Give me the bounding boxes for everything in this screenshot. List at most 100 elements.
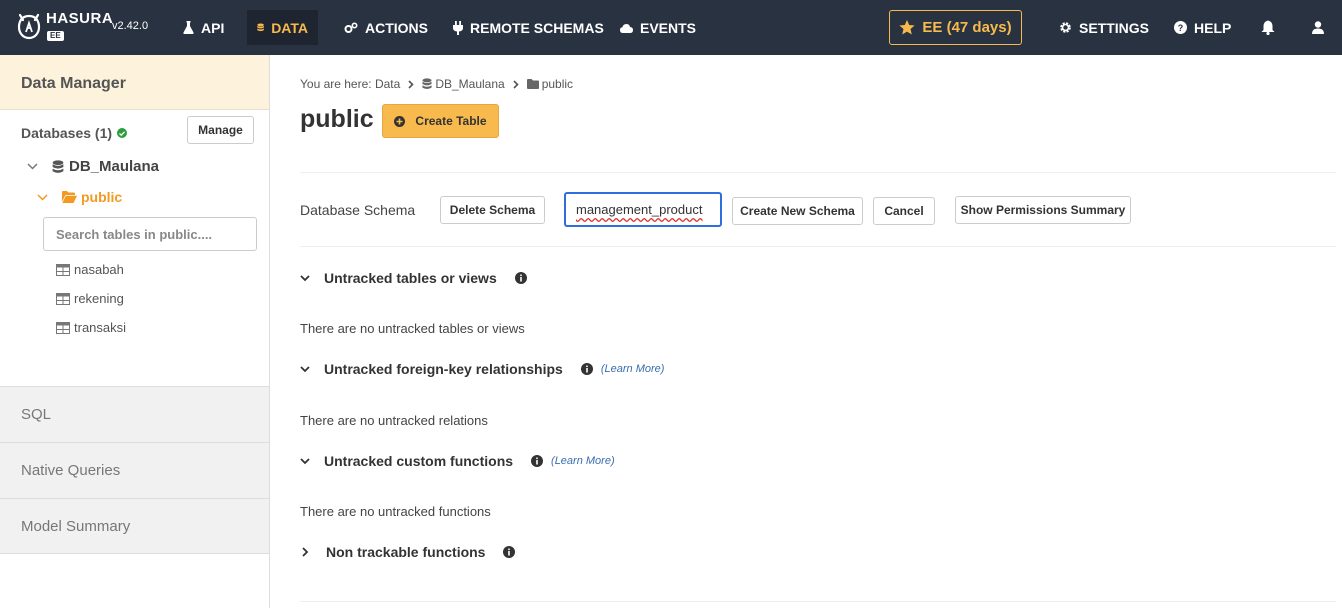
sidebar-item-model-summary[interactable]: Model Summary bbox=[0, 498, 269, 554]
learn-more-link[interactable]: (Learn More) bbox=[551, 455, 615, 467]
nav-remote-schemas[interactable]: REMOTE SCHEMAS bbox=[443, 10, 614, 45]
databases-label: Databases (1) bbox=[21, 125, 113, 141]
logo-name: HASURA bbox=[46, 10, 114, 27]
user-menu-button[interactable] bbox=[1308, 17, 1328, 37]
version-label: v2.42.0 bbox=[112, 20, 149, 32]
untracked-tables-empty-text: There are no untracked tables or views bbox=[300, 321, 525, 336]
table-icon bbox=[56, 263, 70, 276]
sidebar-header-data-manager[interactable]: Data Manager bbox=[0, 55, 269, 110]
plug-icon bbox=[453, 20, 463, 35]
hasura-logo[interactable]: HASURA EE bbox=[17, 11, 113, 42]
breadcrumb-prefix: You are here: bbox=[300, 77, 372, 91]
svg-text:?: ? bbox=[1178, 23, 1184, 33]
nav-actions[interactable]: ACTIONS bbox=[334, 10, 438, 45]
user-icon bbox=[1312, 20, 1324, 34]
chevron-down-icon bbox=[300, 365, 310, 372]
new-schema-input-value: management_product bbox=[576, 202, 703, 217]
database-icon bbox=[52, 159, 64, 173]
chevron-right-icon bbox=[513, 79, 519, 89]
flask-icon bbox=[183, 21, 194, 34]
database-name: DB_Maulana bbox=[69, 158, 160, 175]
breadcrumb-database-link[interactable]: DB_Maulana bbox=[435, 77, 504, 91]
bell-icon bbox=[1261, 20, 1275, 35]
table-icon bbox=[56, 292, 70, 305]
create-table-label: Create Table bbox=[415, 114, 487, 128]
sidebar-item-schema[interactable]: public bbox=[37, 189, 122, 205]
star-icon bbox=[899, 20, 915, 35]
breadcrumb: You are here: Data DB_Maulana public bbox=[300, 77, 573, 91]
folder-icon bbox=[526, 79, 539, 89]
nav-api[interactable]: API bbox=[173, 10, 234, 45]
untracked-functions-toggle[interactable]: Untracked custom functions (Learn More) bbox=[300, 453, 615, 469]
nav-data[interactable]: DATA bbox=[247, 10, 318, 45]
databases-count-label: Databases (1) bbox=[21, 125, 128, 141]
untracked-tables-title: Untracked tables or views bbox=[324, 270, 497, 286]
create-table-button[interactable]: Create Table bbox=[382, 104, 499, 138]
table-name: nasabah bbox=[74, 262, 124, 277]
sidebar-item-native-queries[interactable]: Native Queries bbox=[0, 442, 269, 498]
divider bbox=[300, 172, 1336, 173]
show-permissions-summary-button[interactable]: Show Permissions Summary bbox=[955, 196, 1131, 224]
ee-trial-badge[interactable]: EE (47 days) bbox=[889, 10, 1022, 45]
manage-databases-button[interactable]: Manage bbox=[187, 116, 254, 144]
notifications-button[interactable] bbox=[1258, 17, 1278, 37]
nav-events[interactable]: EVENTS bbox=[610, 10, 706, 45]
database-icon bbox=[422, 78, 432, 89]
cogs-icon bbox=[344, 21, 358, 33]
ee-badge-label: EE (47 days) bbox=[922, 19, 1012, 36]
breadcrumb-data-link[interactable]: Data bbox=[375, 77, 400, 91]
breadcrumb-schema: public bbox=[541, 77, 574, 91]
new-schema-input[interactable]: management_product bbox=[564, 192, 722, 227]
create-new-schema-button[interactable]: Create New Schema bbox=[732, 197, 863, 225]
delete-schema-button[interactable]: Delete Schema bbox=[440, 196, 545, 224]
table-name: rekening bbox=[74, 291, 124, 306]
untracked-fk-toggle[interactable]: Untracked foreign-key relationships (Lea… bbox=[300, 361, 664, 377]
search-tables-input[interactable]: Search tables in public.... bbox=[43, 217, 257, 251]
sidebar: Data Manager Databases (1) Manage DB_Mau… bbox=[0, 55, 270, 608]
folder-open-icon bbox=[62, 191, 77, 203]
untracked-functions-empty-text: There are no untracked functions bbox=[300, 504, 491, 519]
sidebar-item-sql[interactable]: SQL bbox=[0, 386, 269, 442]
page-title: public bbox=[300, 105, 374, 133]
schema-name: public bbox=[81, 189, 123, 205]
nav-settings-label: SETTINGS bbox=[1079, 19, 1150, 36]
nav-settings[interactable]: SETTINGS bbox=[1049, 10, 1159, 45]
plus-circle-icon bbox=[394, 115, 406, 127]
untracked-functions-title: Untracked custom functions bbox=[324, 453, 514, 469]
sidebar-item-table[interactable]: transaksi bbox=[56, 320, 126, 335]
untracked-tables-toggle[interactable]: Untracked tables or views bbox=[300, 270, 527, 286]
divider bbox=[300, 601, 1336, 602]
info-circle-icon[interactable] bbox=[514, 272, 527, 284]
chevron-down-icon bbox=[27, 163, 38, 170]
chevron-right-icon bbox=[408, 79, 414, 89]
sidebar-item-table[interactable]: nasabah bbox=[56, 262, 124, 277]
untracked-fk-empty-text: There are no untracked relations bbox=[300, 413, 488, 428]
chevron-down-icon bbox=[37, 193, 48, 201]
gear-icon bbox=[1060, 22, 1071, 33]
info-circle-icon[interactable] bbox=[531, 455, 544, 467]
table-icon bbox=[56, 321, 70, 334]
non-trackable-functions-toggle[interactable]: Non trackable functions bbox=[300, 544, 516, 560]
hasura-logo-icon bbox=[17, 13, 41, 39]
nav-help-label: HELP bbox=[1194, 19, 1232, 36]
nav-api-label: API bbox=[201, 19, 225, 36]
table-name: transaksi bbox=[74, 320, 127, 335]
chevron-down-icon bbox=[300, 457, 310, 464]
nav-remote-schemas-label: REMOTE SCHEMAS bbox=[470, 19, 604, 36]
chevron-right-icon bbox=[302, 547, 309, 557]
sidebar-item-database[interactable]: DB_Maulana bbox=[27, 158, 159, 175]
logo-edition: EE bbox=[47, 31, 64, 41]
learn-more-link[interactable]: (Learn More) bbox=[601, 363, 665, 375]
top-navbar: HASURA EE v2.42.0 API DATA ACTIONS REMOT… bbox=[0, 0, 1342, 55]
info-circle-icon[interactable] bbox=[503, 546, 516, 558]
nav-help[interactable]: ? HELP bbox=[1164, 10, 1241, 45]
sidebar-item-table[interactable]: rekening bbox=[56, 291, 124, 306]
nav-events-label: EVENTS bbox=[640, 19, 697, 36]
cloud-icon bbox=[620, 23, 633, 33]
info-circle-icon[interactable] bbox=[580, 363, 593, 375]
nav-data-label: DATA bbox=[271, 19, 308, 36]
nav-actions-label: ACTIONS bbox=[365, 19, 428, 36]
untracked-fk-title: Untracked foreign-key relationships bbox=[324, 361, 563, 377]
cancel-button[interactable]: Cancel bbox=[873, 197, 935, 225]
check-circle-icon bbox=[117, 128, 128, 138]
